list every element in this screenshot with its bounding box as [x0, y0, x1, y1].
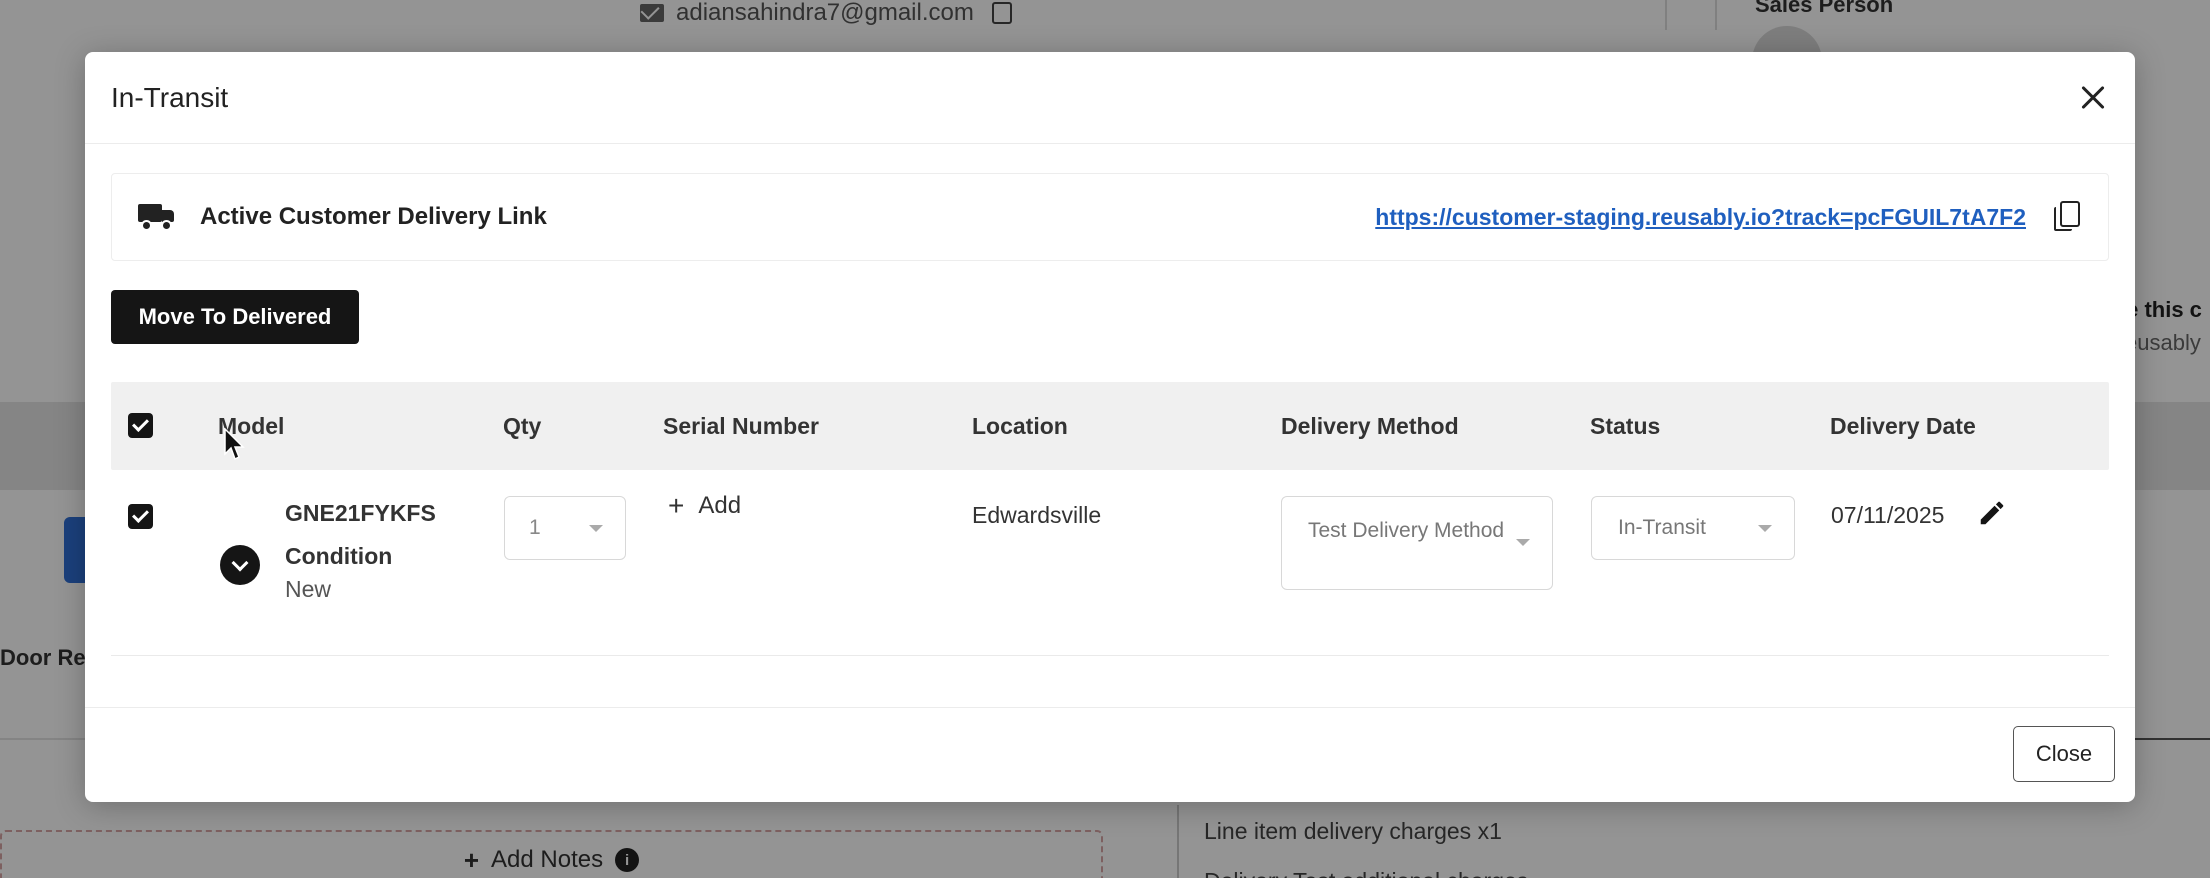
delivery-link-url[interactable]: https://customer-staging.reusably.io?tra…: [1375, 204, 2026, 231]
condition-label: Condition: [285, 543, 393, 569]
status-value: In-Transit: [1618, 516, 1706, 539]
location-value: Edwardsville: [972, 502, 1102, 528]
move-to-delivered-button[interactable]: Move To Delivered: [111, 290, 359, 344]
delivery-method-value: Test Delivery Method: [1308, 519, 1505, 542]
row-checkbox[interactable]: [128, 504, 153, 529]
chevron-down-icon: [1758, 525, 1772, 532]
column-header-delivery-method: Delivery Method: [1281, 412, 1459, 439]
add-serial-number-button[interactable]: + Add: [668, 492, 741, 520]
column-header-qty: Qty: [503, 412, 542, 439]
delivery-link-box: Active Customer Delivery Link https://cu…: [111, 173, 2109, 261]
add-serial-label: Add: [698, 492, 742, 519]
close-button[interactable]: Close: [2013, 726, 2115, 782]
delivery-method-select[interactable]: Test Delivery Method: [1281, 496, 1553, 590]
status-select[interactable]: In-Transit: [1591, 496, 1795, 560]
chevron-down-icon[interactable]: [220, 545, 260, 585]
modal-header: In-Transit: [85, 52, 2135, 144]
select-all-checkbox[interactable]: [128, 413, 153, 438]
table-header: Model Qty Serial Number Location Deliver…: [111, 382, 2109, 470]
chevron-down-icon: [589, 525, 603, 532]
column-header-delivery-date: Delivery Date: [1830, 412, 1976, 439]
column-header-serial-number: Serial Number: [663, 412, 819, 439]
qty-select[interactable]: 1: [504, 496, 626, 560]
model-number: GNE21FYKFS: [285, 500, 436, 526]
table-row: GNE21FYKFS Condition New 1 + Add Edwards…: [111, 470, 2109, 656]
close-icon[interactable]: [2075, 80, 2111, 116]
qty-value: 1: [529, 516, 541, 539]
chevron-down-icon: [1516, 539, 1530, 546]
column-header-location: Location: [972, 412, 1068, 439]
condition-value: New: [285, 576, 332, 602]
modal-footer: Close: [85, 707, 2135, 802]
in-transit-modal: In-Transit Active Customer Delivery Link…: [85, 52, 2135, 802]
copy-icon[interactable]: [2054, 201, 2082, 233]
mouse-cursor-icon: [224, 428, 245, 461]
plus-icon: +: [668, 490, 685, 521]
pencil-icon[interactable]: [1977, 498, 2007, 528]
truck-icon: [138, 202, 176, 232]
modal-title: In-Transit: [111, 81, 229, 113]
delivery-date-value: 07/11/2025: [1831, 502, 1945, 528]
delivery-link-label: Active Customer Delivery Link: [200, 203, 547, 230]
column-header-status: Status: [1590, 412, 1661, 439]
